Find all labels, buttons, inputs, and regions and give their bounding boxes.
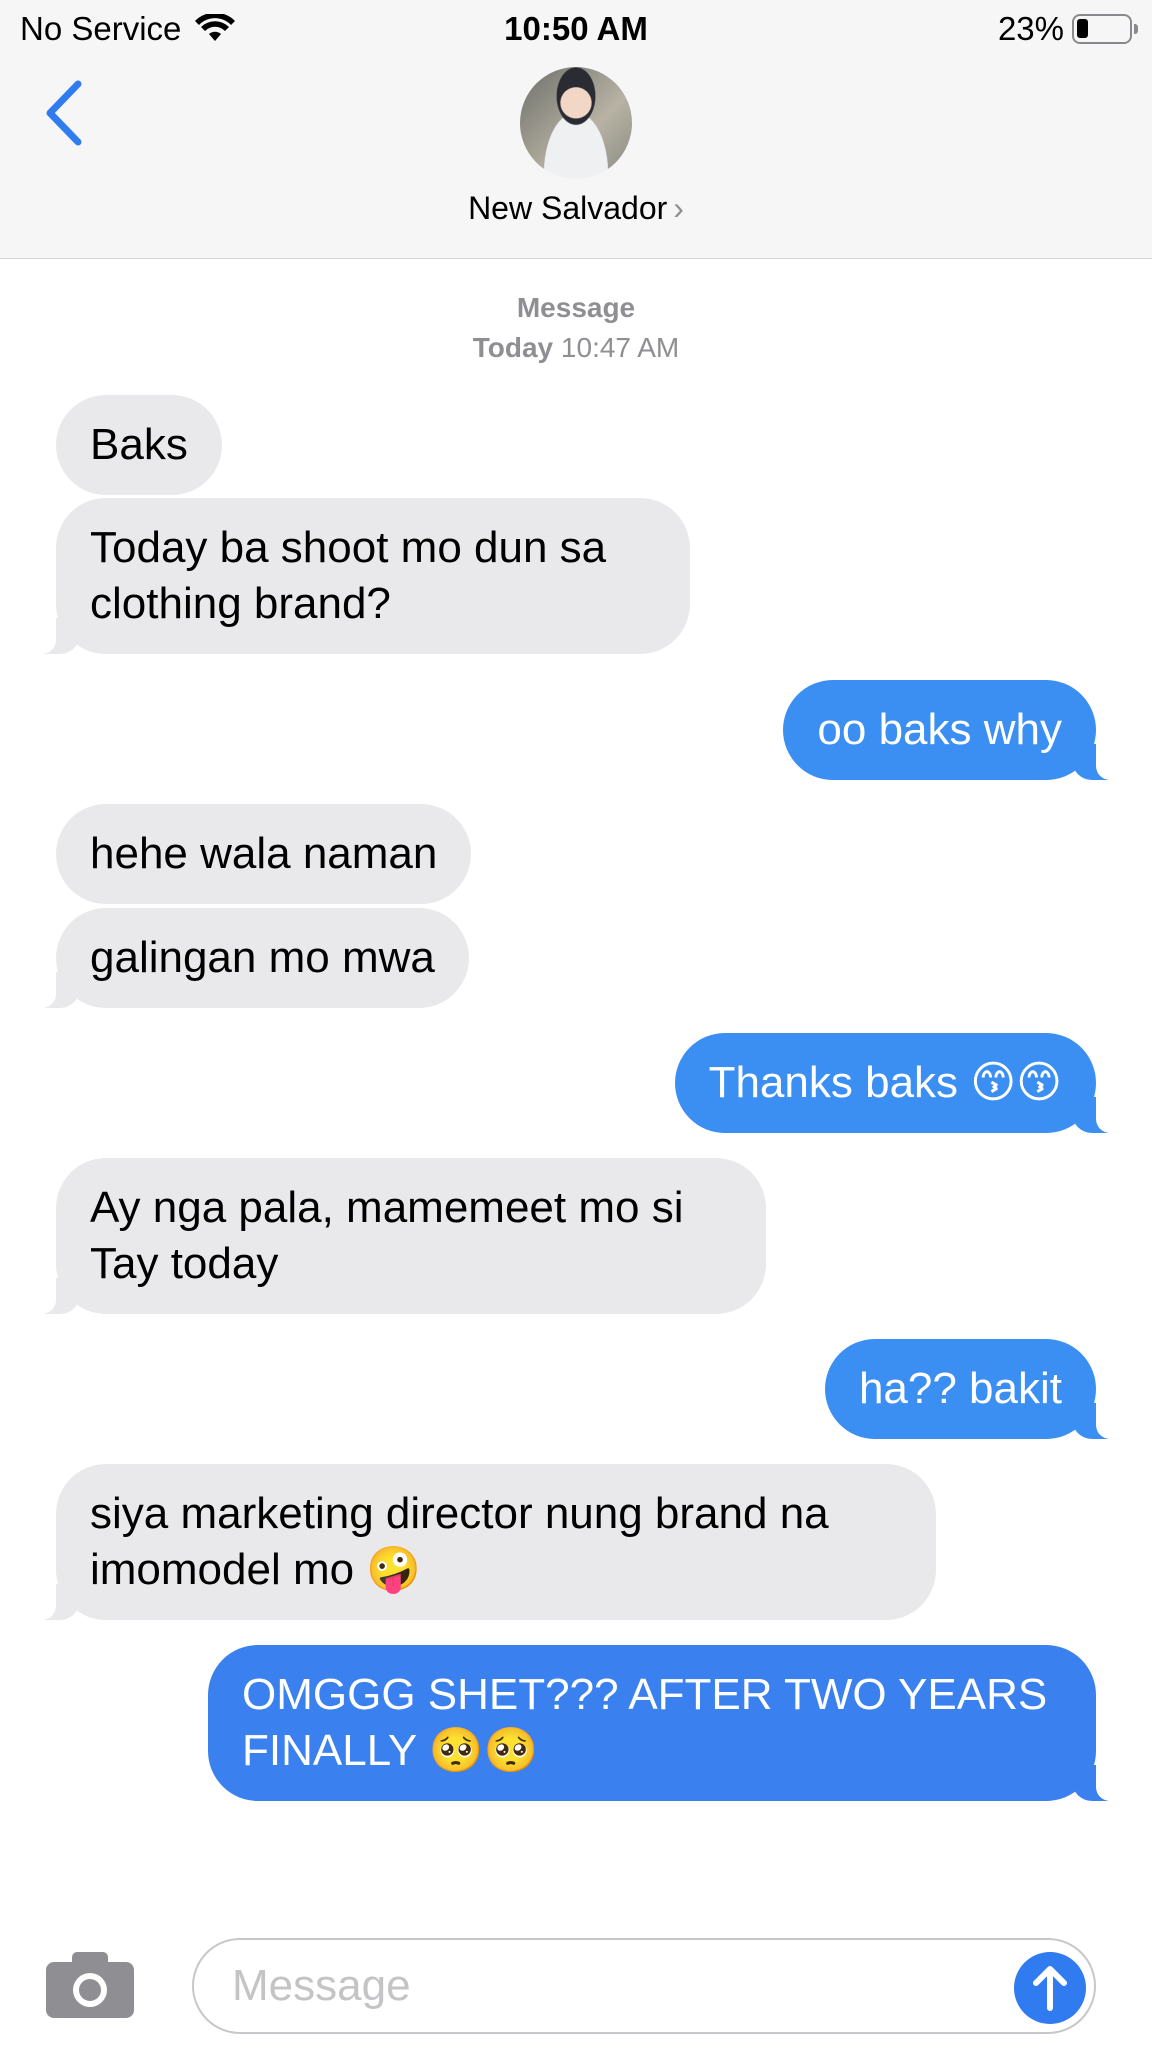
message-bubble-outgoing[interactable]: oo baks why <box>783 680 1122 780</box>
message-text: Thanks baks 😙😙 <box>708 1058 1062 1107</box>
timestamp-date: Today <box>472 332 554 363</box>
status-bar: No Service 10:50 AM 23% <box>0 0 1152 60</box>
message-text: galingan mo mwa <box>90 933 435 982</box>
message-text: hehe wala naman <box>90 829 438 878</box>
message-text: siya marketing director nung brand na im… <box>90 1489 829 1594</box>
message-bubble-outgoing[interactable]: ha?? bakit <box>824 1339 1123 1439</box>
message-input-field[interactable] <box>192 1938 1096 2034</box>
message-bubble-incoming[interactable]: Ay nga pala, mamemeet mo si Tay today <box>30 1158 766 1314</box>
chevron-right-icon: › <box>673 190 684 226</box>
message-text: Today ba shoot mo dun sa clothing brand? <box>90 523 607 628</box>
message-text: OMGGG SHET??? AFTER TWO YEARS FINALLY 🥺🥺 <box>242 1670 1048 1775</box>
battery-percent: 23% <box>997 10 1064 47</box>
service-label: Message <box>516 292 636 323</box>
camera-button[interactable] <box>46 1952 134 2018</box>
message-bubble-outgoing[interactable]: Thanks baks 😙😙 <box>674 1033 1123 1133</box>
contact-name-button[interactable]: New Salvador › <box>0 190 1152 227</box>
message-text: ha?? bakit <box>858 1364 1062 1413</box>
message-bubble-incoming[interactable]: siya marketing director nung brand na im… <box>30 1464 936 1620</box>
message-text: oo baks why <box>817 705 1062 754</box>
message-text: Baks <box>90 420 188 469</box>
message-bubble-outgoing[interactable]: OMGGG SHET??? AFTER TWO YEARS FINALLY 🥺🥺 <box>208 1645 1122 1801</box>
camera-icon <box>46 1952 134 2018</box>
timestamp-time: 10:47 AM <box>560 332 680 363</box>
contact-avatar[interactable] <box>520 67 632 179</box>
message-bubble-incoming[interactable]: hehe wala naman <box>56 804 472 904</box>
send-button[interactable] <box>1014 1952 1086 2024</box>
conversation-header: No Service 10:50 AM 23% New Salvador › <box>0 0 1152 259</box>
message-input[interactable] <box>232 1958 992 2014</box>
message-bubble-incoming[interactable]: Today ba shoot mo dun sa clothing brand? <box>30 498 690 654</box>
clock: 10:50 AM <box>504 10 648 47</box>
battery-icon <box>1072 14 1138 44</box>
timestamp: Today 10:47 AM <box>0 332 1152 364</box>
chevron-left-icon <box>46 80 82 146</box>
back-button[interactable] <box>40 78 90 148</box>
contact-name: New Salvador <box>468 190 668 226</box>
message-bubble-incoming[interactable]: galingan mo mwa <box>30 908 469 1008</box>
message-text: Ay nga pala, mamemeet mo si Tay today <box>90 1183 684 1288</box>
message-bubble-incoming[interactable]: Baks <box>56 395 222 495</box>
arrow-up-icon <box>1033 1966 1067 2011</box>
